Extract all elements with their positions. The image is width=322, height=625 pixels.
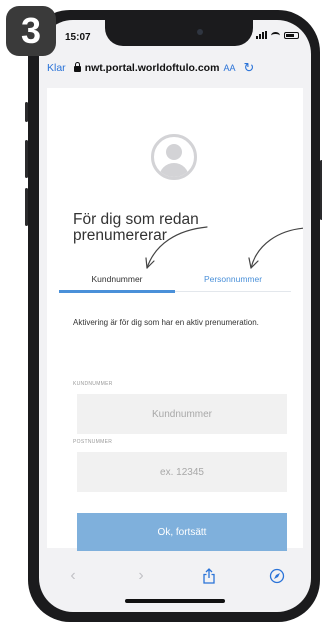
notch [105,20,253,46]
step-badge: 3 [6,6,56,56]
url-text[interactable]: nwt.portal.worldoftulo.com [85,62,220,74]
lock-icon [73,62,81,72]
home-indicator [125,599,225,603]
mute-switch [25,102,28,122]
forward-icon[interactable]: › [126,561,156,591]
phone-screen: 15:07 Klar nwt.portal.worldoftulo.com AA… [39,20,311,612]
page-heading: För dig som redan prenumererar [73,211,199,244]
reload-icon[interactable]: ↻ [243,60,254,76]
battery-icon [284,31,299,39]
volume-down-button [25,188,28,226]
tab-kundnummer[interactable]: Kundnummer [59,268,175,290]
done-button[interactable]: Klar [47,62,66,74]
tab-personnummer[interactable]: Personnummer [175,268,291,290]
postnummer-label: POSTNUMMER [73,439,113,445]
browser-url-bar: Klar nwt.portal.worldoftulo.com AA ↻ [39,50,311,86]
status-icons [256,31,299,39]
active-tab-indicator [59,290,175,293]
text-size-button[interactable]: AA [223,63,235,73]
volume-up-button [25,140,28,178]
kundnummer-input[interactable] [77,394,287,434]
login-tabs: Kundnummer Personnummer [59,268,291,294]
wifi-icon [271,31,280,39]
activation-description: Aktivering är för dig som har en aktiv p… [73,318,259,327]
avatar-icon [151,134,197,180]
continue-button[interactable]: Ok, fortsätt [77,513,287,551]
kundnummer-label: KUNDNUMMER [73,381,113,387]
browser-toolbar: ‹ › [39,556,311,596]
share-icon[interactable] [194,561,224,591]
compass-icon[interactable] [262,561,292,591]
web-page: För dig som redan prenumererar Kundnumme… [47,88,303,551]
postnummer-input[interactable] [77,452,287,492]
back-icon[interactable]: ‹ [58,561,88,591]
phone-frame: 15:07 Klar nwt.portal.worldoftulo.com AA… [25,10,322,622]
status-time: 15:07 [65,32,91,43]
arrow-annotation-icon [250,227,303,269]
signal-icon [256,31,267,39]
